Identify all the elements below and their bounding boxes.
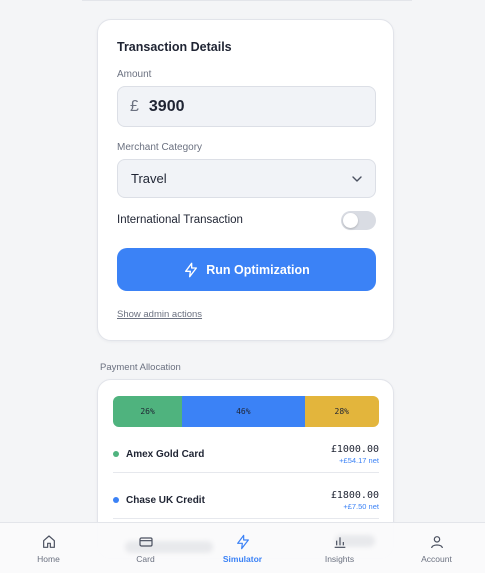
international-row: International Transaction — [117, 210, 376, 230]
toggle-knob — [343, 212, 358, 228]
nav-home-label: Home — [37, 554, 60, 564]
nav-simulator[interactable]: Simulator — [194, 523, 291, 573]
card-name: Chase UK Credit — [126, 494, 205, 506]
run-button-label: Run Optimization — [206, 262, 310, 277]
amount-input[interactable]: £ 3900 — [117, 86, 376, 127]
top-divider — [82, 0, 412, 1]
run-optimization-button[interactable]: Run Optimization — [117, 248, 376, 291]
category-label: Merchant Category — [117, 142, 203, 153]
nav-card-label: Card — [136, 554, 155, 564]
nav-insights[interactable]: Insights — [291, 523, 388, 573]
allocated-amount: £1000.00 — [330, 443, 379, 455]
nav-insights-label: Insights — [324, 554, 355, 564]
bolt-icon — [185, 262, 198, 277]
international-toggle[interactable] — [341, 210, 376, 230]
bar-chart-icon — [334, 537, 345, 548]
net-value: +£7.50 net — [343, 501, 379, 511]
bolt-icon — [236, 534, 249, 550]
net-value: +£54.17 net — [339, 455, 379, 465]
chevron-down-icon — [352, 176, 362, 182]
nav-account[interactable]: Account — [388, 523, 485, 573]
allocation-segment-chase: 46% — [182, 396, 305, 427]
nav-card[interactable]: Card — [97, 523, 194, 573]
home-icon — [42, 535, 55, 548]
transaction-details-card: Transaction Details Amount £ 3900 Mercha… — [97, 19, 394, 341]
card-name: Amex Gold Card — [126, 448, 205, 460]
status-dot — [113, 451, 119, 457]
allocation-section-title: Payment Allocation — [100, 362, 181, 373]
currency-symbol: £ — [130, 97, 139, 115]
category-value: Travel — [131, 171, 167, 186]
nav-home[interactable]: Home — [0, 523, 97, 573]
allocation-bar: 26% 46% 28% — [113, 396, 379, 427]
card-title: Transaction Details — [117, 40, 232, 54]
nav-simulator-label: Simulator — [222, 554, 263, 564]
allocation-segment-other: 28% — [304, 396, 379, 427]
bottom-nav: Home Card Simulator Insights Account — [0, 522, 485, 573]
merchant-category-select[interactable]: Travel — [117, 159, 376, 198]
allocation-item[interactable]: Chase UK Credit £1800.00 +£7.50 net — [113, 480, 379, 520]
allocation-segment-amex: 26% — [113, 396, 183, 427]
card-icon — [138, 537, 153, 547]
allocation-item[interactable]: Amex Gold Card £1000.00 +£54.17 net — [113, 434, 379, 474]
allocated-amount: £1800.00 — [330, 489, 379, 501]
status-dot — [113, 497, 119, 503]
user-icon — [430, 536, 443, 549]
row-divider — [113, 472, 379, 473]
amount-label: Amount — [117, 69, 152, 80]
show-admin-actions-link[interactable]: Show admin actions — [117, 309, 202, 320]
international-label: International Transaction — [117, 214, 243, 226]
amount-value: 3900 — [148, 97, 185, 115]
nav-account-label: Account — [421, 554, 452, 564]
row-divider — [113, 518, 379, 519]
